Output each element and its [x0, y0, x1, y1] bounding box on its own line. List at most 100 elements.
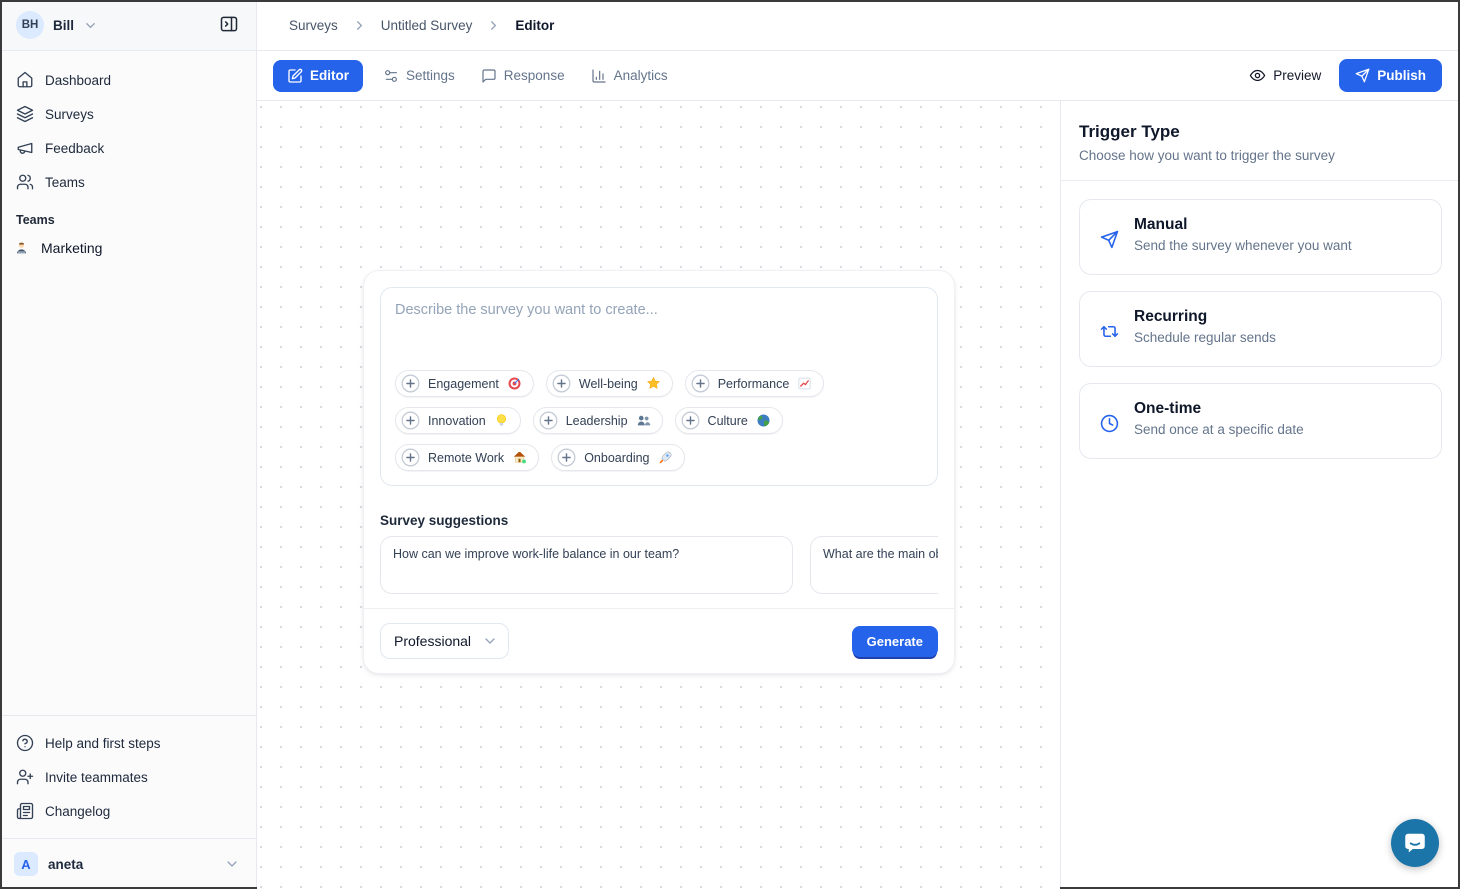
topic-chip-label: Engagement — [428, 377, 499, 391]
trigger-option-recurring[interactable]: RecurringSchedule regular sends — [1079, 291, 1442, 367]
send-icon — [1355, 68, 1370, 83]
tone-select[interactable]: Professional — [380, 623, 509, 659]
panel-subtitle: Choose how you want to trigger the surve… — [1079, 148, 1442, 163]
trigger-option-manual[interactable]: ManualSend the survey whenever you want — [1079, 199, 1442, 275]
sidebar-item-label: Help and first steps — [45, 736, 161, 751]
chat-launcher-button[interactable] — [1391, 819, 1439, 867]
panel-title: Trigger Type — [1079, 122, 1442, 142]
account-menu[interactable]: A aneta — [0, 838, 256, 889]
topic-chip-label: Well-being — [579, 377, 638, 391]
suggestion-card[interactable]: How can we improve work-life balance in … — [380, 536, 793, 594]
topic-chip-leadership[interactable]: Leadership — [533, 407, 663, 434]
sidebar-item-surveys[interactable]: Surveys — [8, 97, 248, 131]
editor-canvas: Describe the survey you want to create..… — [257, 101, 1060, 889]
topic-chip-onboarding[interactable]: Onboarding — [551, 444, 684, 471]
sidebar-item-dashboard[interactable]: Dashboard — [8, 63, 248, 97]
topic-chip-performance[interactable]: Performance — [685, 370, 825, 397]
sidebar-collapse-button[interactable] — [215, 10, 243, 41]
topic-chip-engagement[interactable]: Engagement — [395, 370, 534, 397]
tab-settings[interactable]: Settings — [377, 60, 461, 92]
suggestion-card[interactable]: What are the main ob — [810, 536, 938, 594]
preview-button[interactable]: Preview — [1249, 67, 1321, 84]
breadcrumb: Surveys Untitled Survey Editor — [257, 0, 1460, 51]
main-column: Surveys Untitled Survey Editor Editor Setti… — [257, 0, 1460, 889]
team-label: Marketing — [41, 240, 102, 256]
clock-icon — [1100, 405, 1119, 442]
suggestion-text: What are the main ob — [823, 547, 938, 561]
sidebar-item-feedback[interactable]: Feedback — [8, 131, 248, 165]
plus-circle-icon — [557, 448, 576, 467]
sidebar-item-changelog[interactable]: Changelog — [8, 794, 248, 828]
sidebar-item-help-and-first-steps[interactable]: Help and first steps — [8, 726, 248, 760]
tab-label: Analytics — [614, 68, 668, 83]
tab-editor[interactable]: Editor — [273, 60, 363, 92]
tab-label: Response — [504, 68, 565, 83]
workspace-name: Bill — [53, 18, 74, 33]
dart-emoji — [507, 376, 522, 391]
trigger-option-title: Manual — [1134, 216, 1352, 234]
chat-bubble-icon — [1402, 830, 1428, 856]
eye-icon — [1249, 67, 1266, 84]
survey-prompt-input[interactable]: Describe the survey you want to create..… — [380, 287, 938, 486]
topic-chip-well-being[interactable]: Well-being — [546, 370, 673, 397]
trigger-option-title: Recurring — [1134, 308, 1276, 326]
tab-analytics[interactable]: Analytics — [585, 60, 674, 92]
bulb-emoji — [494, 413, 509, 428]
sidebar-item-label: Dashboard — [45, 73, 111, 88]
workspace-avatar: BH — [16, 11, 44, 39]
topic-chip-innovation[interactable]: Innovation — [395, 407, 521, 434]
topic-chip-label: Innovation — [428, 414, 486, 428]
chevron-down-icon — [83, 18, 98, 33]
breadcrumb-item: Editor — [515, 18, 554, 33]
message-icon — [481, 68, 497, 84]
topic-chip-label: Remote Work — [428, 451, 504, 465]
generate-button[interactable]: Generate — [852, 626, 938, 657]
topic-chip-label: Onboarding — [584, 451, 649, 465]
chevron-right-icon — [486, 18, 501, 33]
house-garden-emoji — [512, 450, 527, 465]
publish-button[interactable]: Publish — [1339, 59, 1442, 92]
settings-icon — [383, 68, 399, 84]
sidebar-nav: Dashboard Surveys Feedback Teams — [0, 51, 256, 199]
rocket-emoji — [658, 450, 673, 465]
breadcrumb-item[interactable]: Untitled Survey — [381, 18, 473, 33]
suggestions-row: How can we improve work-life balance in … — [380, 536, 938, 594]
trigger-option-one-time[interactable]: One-timeSend once at a specific date — [1079, 383, 1442, 459]
topic-chips: Engagement Well-being Performance Innovatio… — [395, 370, 923, 471]
chart-icon — [591, 68, 607, 84]
teams-section-heading: Teams — [0, 199, 256, 231]
user-plus-icon — [16, 768, 34, 786]
plus-circle-icon — [552, 374, 571, 393]
sidebar-header: BH Bill — [0, 0, 256, 51]
newspaper-icon — [16, 802, 34, 820]
edit-icon — [287, 68, 303, 84]
sidebar-item-label: Feedback — [45, 141, 104, 156]
tone-select-value: Professional — [394, 633, 471, 649]
repeat-icon — [1100, 313, 1119, 350]
topic-chip-label: Leadership — [566, 414, 628, 428]
plus-circle-icon — [401, 448, 420, 467]
panel-toggle-icon — [219, 14, 239, 34]
survey-generator-card: Describe the survey you want to create..… — [363, 270, 955, 674]
tab-label: Editor — [310, 68, 349, 83]
workspace-switcher[interactable]: BH Bill — [16, 11, 98, 39]
plus-circle-icon — [401, 411, 420, 430]
breadcrumb-item[interactable]: Surveys — [289, 18, 338, 33]
chevron-down-icon — [224, 856, 240, 872]
plus-circle-icon — [691, 374, 710, 393]
sidebar-team-marketing[interactable]: Marketing — [0, 231, 256, 265]
topic-chip-culture[interactable]: Culture — [675, 407, 783, 434]
topic-chip-label: Performance — [718, 377, 790, 391]
sidebar-item-label: Changelog — [45, 804, 110, 819]
sidebar-item-teams[interactable]: Teams — [8, 165, 248, 199]
topic-chip-label: Culture — [708, 414, 748, 428]
account-avatar: A — [14, 852, 38, 876]
technologist-emoji — [14, 241, 29, 256]
topic-chip-remote-work[interactable]: Remote Work — [395, 444, 539, 471]
tab-response[interactable]: Response — [475, 60, 571, 92]
prompt-placeholder: Describe the survey you want to create..… — [395, 302, 923, 318]
suggestions-heading: Survey suggestions — [380, 513, 938, 528]
app-window: BH Bill Dashboard Surveys Feedback Teams Te… — [0, 0, 1460, 889]
users-icon — [16, 173, 34, 191]
sidebar-item-invite-teammates[interactable]: Invite teammates — [8, 760, 248, 794]
